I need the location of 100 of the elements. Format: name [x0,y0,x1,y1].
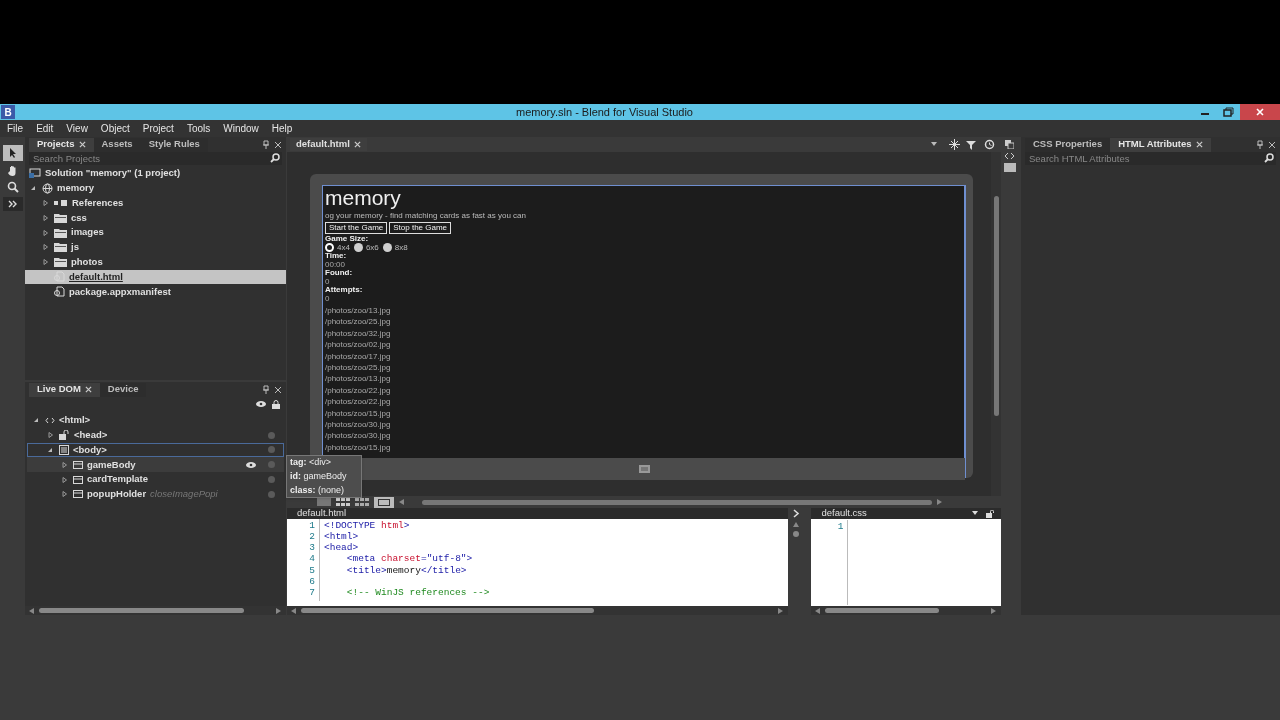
horizontal-scrollbar[interactable] [287,606,788,615]
close-icon[interactable] [78,141,86,148]
keyboard-icon[interactable] [638,465,650,473]
eye-icon[interactable] [246,461,256,468]
zoom-icon[interactable] [6,181,19,193]
photo-path: /photos/zoo/22.jpg [325,385,392,395]
code-icon[interactable] [1005,153,1014,159]
code-line: <html> [323,529,359,543]
scroll-right-icon[interactable] [276,607,282,614]
collapse-caret-icon[interactable] [46,446,55,454]
dom-node[interactable]: <body> [27,442,284,458]
menu-item[interactable]: File [7,121,24,136]
close-icon[interactable] [84,386,92,393]
dom-node[interactable]: <html> [27,413,284,428]
pin-icon[interactable] [1256,140,1264,149]
scroll-left-icon[interactable] [399,499,405,505]
dropdown-caret-icon[interactable] [972,510,978,517]
tree-item[interactable]: css [25,210,286,226]
collapse-caret-icon[interactable] [29,184,38,193]
scroll-right-icon[interactable] [991,607,997,614]
expand-caret-icon[interactable] [46,431,55,440]
expand-caret-icon[interactable] [41,199,50,207]
more-tools-button[interactable] [2,197,23,211]
scroll-right-icon[interactable] [937,499,943,505]
eye-icon[interactable] [256,401,266,407]
menu-item[interactable]: Window [223,121,259,136]
menu-item[interactable]: Help [271,121,293,136]
dom-node[interactable]: cardTemplate [27,472,284,487]
tree-item[interactable]: images [25,225,286,240]
restore-icon[interactable] [1222,107,1234,117]
horizontal-scrollbar[interactable] [422,499,932,505]
expand-caret-icon[interactable] [60,490,69,499]
code-icon [45,416,55,424]
panel-tab[interactable]: HTML Attributes [1110,137,1211,152]
document-tab[interactable]: default.html [290,138,367,151]
references-icon [54,199,68,207]
collapse-caret-icon[interactable] [32,416,41,425]
menu-item[interactable]: Tools [186,121,211,136]
tree-item[interactable]: photos [25,254,286,270]
close-icon[interactable] [353,141,361,148]
dropdown-caret-icon[interactable] [931,141,937,148]
radio-button[interactable] [353,243,363,252]
scroll-left-icon[interactable] [291,607,297,614]
tree-item[interactable]: js [25,240,286,255]
tree-item[interactable]: package.appxmanifest [25,284,286,300]
expand-caret-icon[interactable] [60,475,69,484]
panel-tab[interactable]: Live DOM [29,382,100,397]
search-field[interactable]: Search Projects [29,152,282,165]
tree-item[interactable]: memory [25,180,286,196]
menu-item[interactable]: View [66,121,88,136]
search-field[interactable]: Search HTML Attributes [1025,152,1276,165]
tree-item[interactable]: Solution "memory" (1 project) [25,166,286,181]
close-icon[interactable] [1195,141,1203,148]
dom-node[interactable]: <head> [27,427,284,443]
lock-icon [59,430,70,441]
stat-label: Found: [325,269,354,278]
selection-tool[interactable] [2,145,23,161]
copy-icon[interactable] [1005,140,1014,149]
expand-caret-icon[interactable] [41,213,50,222]
folder-icon [54,257,67,268]
expand-caret-icon[interactable] [41,258,50,267]
screen-icon [378,498,390,506]
sparkle-icon[interactable] [949,139,960,150]
view-tiles-icon[interactable] [355,498,369,506]
close-icon[interactable] [274,385,282,394]
pin-icon[interactable] [262,140,270,149]
close-button[interactable] [1240,104,1280,120]
game-button[interactable]: Start the Game [325,222,388,234]
scroll-thumb-icon[interactable] [792,531,799,537]
scroll-up-icon[interactable] [792,522,799,527]
game-button[interactable]: Stop the Game [389,222,452,234]
pin-icon[interactable] [262,385,270,394]
close-icon[interactable] [1268,140,1276,149]
filter-icon[interactable] [966,139,976,150]
unlock-icon[interactable] [986,509,995,518]
menu-item[interactable]: Object [100,121,130,136]
view-single-button[interactable] [374,496,394,508]
radio-button[interactable] [325,243,334,252]
radio-button[interactable] [382,243,392,252]
panel-tab[interactable]: Projects [29,137,94,152]
expand-caret-icon[interactable] [41,228,50,237]
menu-item[interactable]: Edit [36,121,54,136]
solution-icon [29,168,41,179]
close-icon [1256,108,1264,116]
horizontal-scrollbar[interactable] [811,606,1001,615]
document-icon [54,286,65,298]
lock-icon[interactable] [272,399,280,409]
tree-item[interactable]: default.html [25,269,286,285]
menu-item[interactable]: Project [142,121,174,136]
close-icon[interactable] [274,140,282,149]
split-view-button[interactable] [1003,163,1016,172]
expand-caret-icon[interactable] [60,460,69,469]
hand-icon[interactable] [6,165,19,177]
expand-caret-icon[interactable] [41,243,50,252]
dom-node[interactable]: gameBody [27,457,284,473]
view-grid-icon[interactable] [336,498,350,506]
scroll-left-icon[interactable] [29,607,35,614]
dom-node[interactable]: popupHolder closeImagePopi [27,487,284,502]
tree-item[interactable]: References [25,195,286,211]
vertical-scrollbar[interactable] [991,152,1001,496]
